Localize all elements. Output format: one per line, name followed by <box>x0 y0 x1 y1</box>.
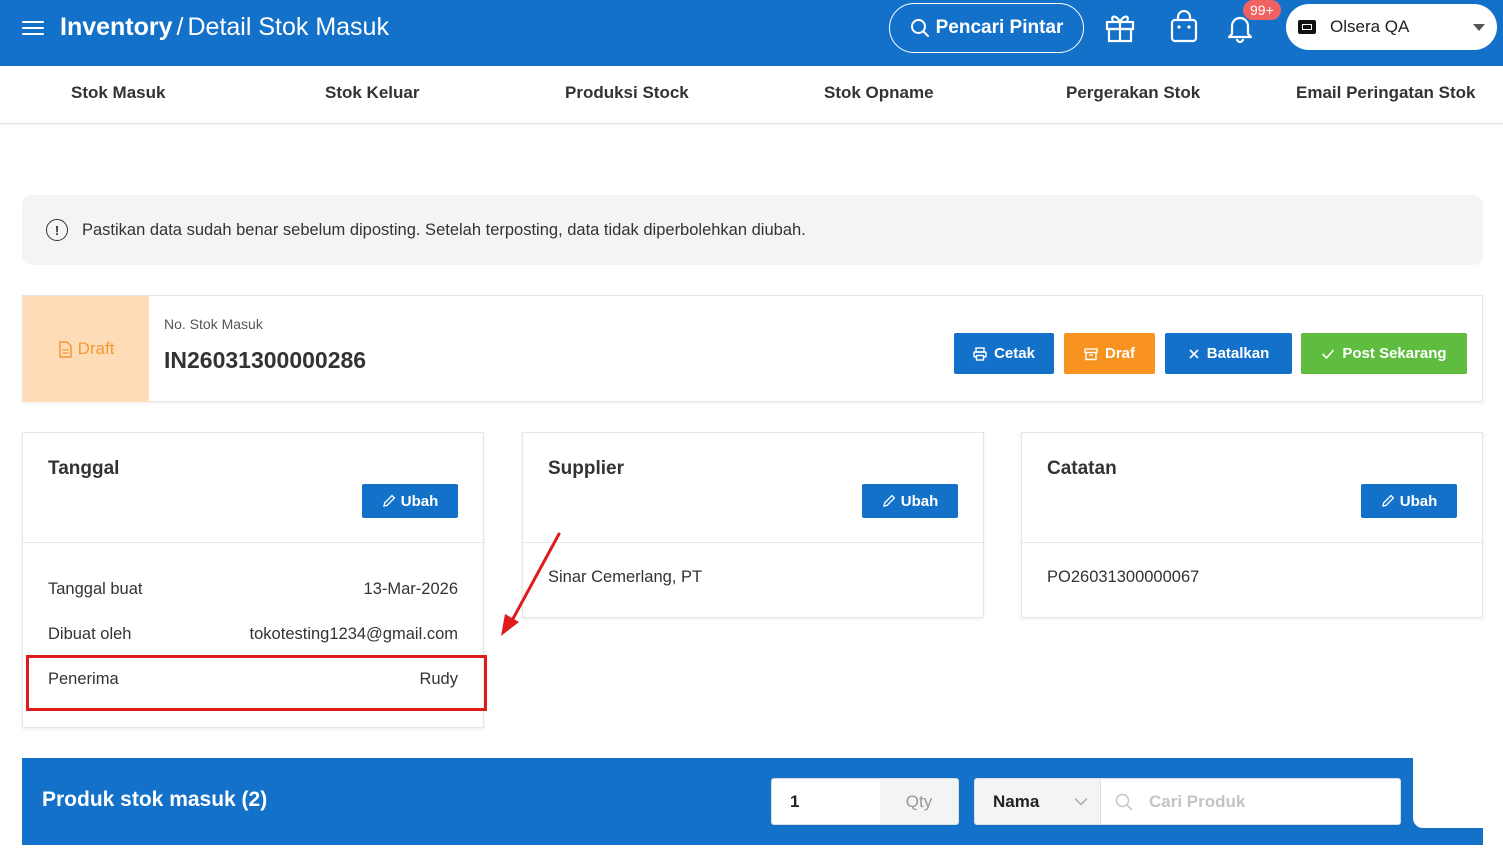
pencil-icon <box>1381 494 1395 507</box>
pencil-icon <box>382 494 396 507</box>
product-search-group: Nama <box>974 778 1401 825</box>
subnav-item-email-peringatan-stok[interactable]: Email Peringatan Stok <box>1296 83 1476 103</box>
breadcrumb-current-page: Detail Stok Masuk <box>187 13 389 41</box>
draft-button-label: Draf <box>1104 345 1135 362</box>
status-badge: Draft <box>23 296 149 402</box>
sub-navigation: Stok Masuk Stok Keluar Produksi Stock St… <box>0 66 1503 124</box>
pencil-icon <box>882 494 896 507</box>
hamburger-menu-icon[interactable] <box>22 17 44 39</box>
product-search-field <box>1101 779 1400 824</box>
shopping-bag-icon[interactable] <box>1167 9 1201 44</box>
info-row-tanggal-buat: Tanggal buat 13-Mar-2026 <box>23 567 483 612</box>
chevron-down-icon <box>1074 797 1088 806</box>
catatan-card-header: Catatan Ubah <box>1022 433 1482 543</box>
info-row-value: tokotesting1234@gmail.com <box>249 625 458 643</box>
search-by-value: Nama <box>993 791 1040 811</box>
catatan-value: PO26031300000067 <box>1047 568 1200 586</box>
products-section-header: Produk stok masuk (2) Qty Nama <box>22 758 1483 845</box>
subnav-item-produksi-stock[interactable]: Produksi Stock <box>565 83 689 103</box>
tanggal-card-title: Tanggal <box>48 458 120 479</box>
breadcrumb-separator: / <box>176 13 184 41</box>
catatan-card-title: Catatan <box>1047 458 1117 479</box>
subnav-item-pergerakan-stok[interactable]: Pergerakan Stok <box>1066 83 1200 103</box>
check-icon <box>1322 348 1335 359</box>
quantity-suffix: Qty <box>880 779 958 824</box>
document-number-label: No. Stok Masuk <box>164 316 263 332</box>
tanggal-card: Tanggal Ubah Tanggal buat 13-Mar-2026 Di… <box>22 432 484 728</box>
products-title: Produk stok masuk (2) <box>42 788 268 811</box>
smart-search-button[interactable]: Pencari Pintar <box>889 3 1084 53</box>
store-name: Olsera QA <box>1330 17 1410 36</box>
document-header-card: Draft No. Stok Masuk IN26031300000286 Ce… <box>22 295 1483 402</box>
notification-badge: 99+ <box>1243 0 1281 20</box>
print-button[interactable]: Cetak <box>954 333 1054 374</box>
document-icon <box>58 340 72 358</box>
post-now-button-label: Post Sekarang <box>1342 345 1447 362</box>
exclamation-circle-icon: ! <box>46 219 68 241</box>
supplier-card: Supplier Ubah Sinar Cemerlang, PT <box>522 432 984 618</box>
post-now-button[interactable]: Post Sekarang <box>1301 333 1467 374</box>
tanggal-card-header: Tanggal Ubah <box>23 433 483 543</box>
quantity-input[interactable] <box>772 779 880 824</box>
store-selector[interactable]: Olsera QA <box>1286 4 1497 50</box>
subnav-item-stok-opname[interactable]: Stok Opname <box>824 83 934 103</box>
gift-icon[interactable] <box>1103 10 1137 44</box>
supplier-value: Sinar Cemerlang, PT <box>548 568 703 586</box>
search-by-select[interactable]: Nama <box>975 779 1101 824</box>
supplier-card-title: Supplier <box>548 458 625 479</box>
posting-warning-alert: ! Pastikan data sudah benar sebelum dipo… <box>22 195 1483 265</box>
info-row-value: 13-Mar-2026 <box>363 580 458 598</box>
product-search-input[interactable] <box>1149 791 1389 812</box>
info-row-label: Tanggal buat <box>48 580 143 598</box>
info-row-value: Rudy <box>419 670 458 688</box>
alert-text: Pastikan data sudah benar sebelum dipost… <box>82 220 806 239</box>
cancel-button[interactable]: Batalkan <box>1165 333 1292 374</box>
tanggal-edit-label: Ubah <box>400 492 439 510</box>
close-icon <box>1189 348 1199 359</box>
catatan-edit-button[interactable]: Ubah <box>1361 484 1457 518</box>
document-number: IN26031300000286 <box>164 347 367 373</box>
header-side-tab <box>1413 758 1503 828</box>
chevron-down-icon <box>1473 23 1485 31</box>
status-text: Draft <box>77 339 115 358</box>
subnav-item-stok-masuk[interactable]: Stok Masuk <box>71 83 165 103</box>
print-button-label: Cetak <box>994 345 1035 362</box>
subnav-item-stok-keluar[interactable]: Stok Keluar <box>325 83 419 103</box>
draft-button[interactable]: Draf <box>1064 333 1155 374</box>
quantity-field: Qty <box>771 778 959 825</box>
catatan-card: Catatan Ubah PO26031300000067 <box>1021 432 1483 618</box>
supplier-edit-button[interactable]: Ubah <box>862 484 958 518</box>
archive-icon <box>1084 347 1098 360</box>
search-icon <box>1115 793 1133 810</box>
supplier-edit-label: Ubah <box>900 492 939 510</box>
top-header: Inventory / Detail Stok Masuk Pencari Pint… <box>0 0 1503 66</box>
supplier-card-header: Supplier Ubah <box>523 433 983 543</box>
breadcrumb-module[interactable]: Inventory <box>60 13 173 41</box>
info-row-dibuat-oleh: Dibuat oleh tokotesting1234@gmail.com <box>23 612 483 657</box>
printer-icon <box>973 346 987 361</box>
store-logo <box>1298 20 1316 34</box>
info-row-label: Penerima <box>48 670 119 688</box>
smart-search-label: Pencari Pintar <box>935 17 1064 38</box>
tanggal-card-body: Tanggal buat 13-Mar-2026 Dibuat oleh tok… <box>23 543 483 702</box>
page-title: Inventory / Detail Stok Masuk <box>60 12 389 42</box>
catatan-edit-label: Ubah <box>1399 492 1438 510</box>
cancel-button-label: Batalkan <box>1206 345 1270 362</box>
info-row-penerima: Penerima Rudy <box>23 657 483 702</box>
tanggal-edit-button[interactable]: Ubah <box>362 484 458 518</box>
info-row-label: Dibuat oleh <box>48 625 132 643</box>
search-icon <box>910 19 929 37</box>
